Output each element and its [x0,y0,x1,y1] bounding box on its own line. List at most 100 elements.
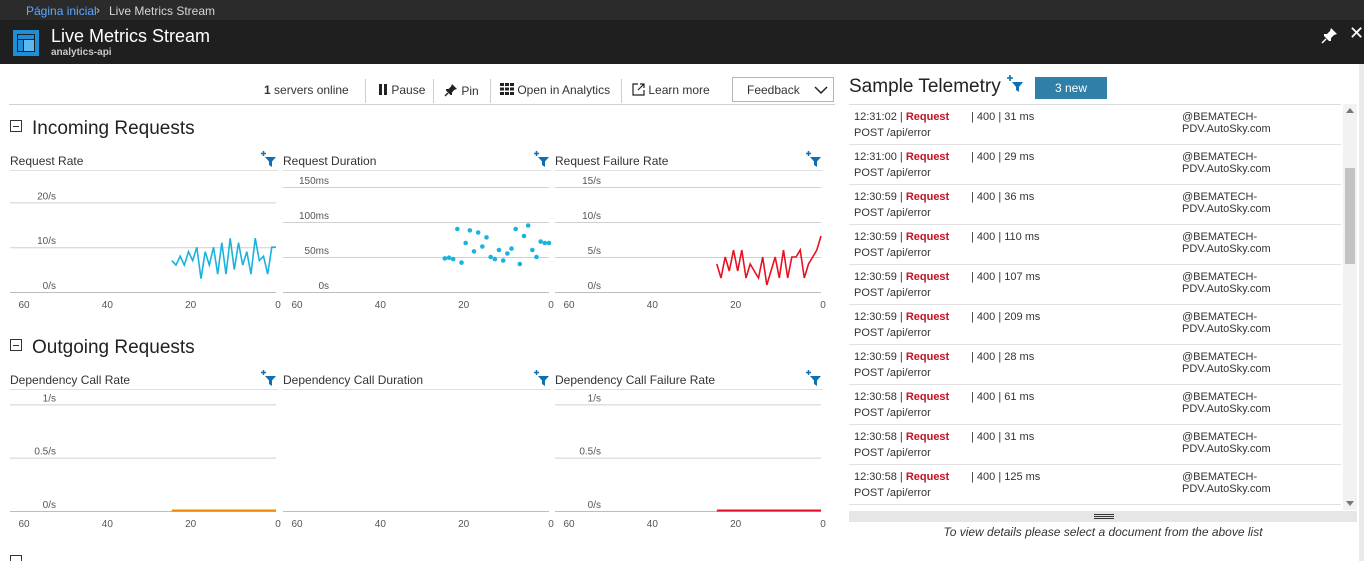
dependency-call-rate-chart: Dependency Call Rate 0/s 0.5/s 1/s 60 40 20 0 [10,370,281,538]
blade-edge [1359,64,1364,561]
breadcrumb-current: Live Metrics Stream [109,4,216,18]
next-section-header[interactable] [10,553,32,561]
outgoing-requests-title: Outgoing Requests [32,337,195,358]
telemetry-list-item[interactable]: 12:30:59 | Request | 400 | 28 ms @BEMATECH… [849,345,1341,385]
telemetry-kind: Request [905,431,950,443]
scatter-point [500,258,506,263]
scatter-point [463,240,468,246]
add-filter-icon[interactable] [1006,74,1026,94]
y-tick-label: 0/s [588,281,601,292]
x-tick-label: 60 [291,519,303,530]
telemetry-kind: Request [905,111,950,123]
toolbar-divider [621,79,622,103]
scatter-point [542,240,548,246]
scatter-point [475,230,481,235]
scatter-point [467,228,473,233]
breadcrumb-home-link[interactable]: Página inicial [26,4,97,18]
incoming-requests-section-header[interactable]: Incoming Requests [10,118,195,140]
telemetry-path: POST /api/error [854,327,931,339]
panel-splitter[interactable] [849,511,1357,522]
scatter-point [492,256,498,262]
toolbar-divider [365,79,366,103]
chart-plot: 0/s 5/s 10/s 15/s 60 40 20 0 [555,176,826,311]
telemetry-status: | 400 | 29 ms [971,151,1035,163]
details-hint: To view details please select a document… [943,525,1263,539]
telemetry-timestamp: 12:30:59 | Request [854,311,950,323]
telemetry-list-item[interactable]: 12:30:58 | Request | 400 | 125 ms @BEMATEC… [849,465,1341,505]
y-tick-label: 150ms [299,176,329,187]
y-tick-label: 0/s [43,500,56,511]
telemetry-list-item[interactable]: 12:30:59 | Request | 400 | 36 ms @BEMATECH… [849,185,1341,225]
x-tick-label: 20 [185,300,197,311]
open-in-analytics-button[interactable]: Open in Analytics [500,83,610,97]
telemetry-scrollbar[interactable] [1343,104,1357,510]
x-tick-label: 60 [291,300,303,311]
collapse-icon[interactable] [10,120,22,132]
scatter-point [442,256,448,261]
telemetry-time: 12:30:59 [854,191,897,203]
learn-more-link[interactable]: Learn more [632,83,710,97]
scatter-point [513,226,518,232]
close-blade-button[interactable]: ✕ [1349,23,1364,44]
telemetry-path: POST /api/error [854,207,931,219]
x-tick-label: 40 [647,519,659,530]
sample-telemetry-title: Sample Telemetry [849,76,1001,97]
scatter-point [488,254,493,260]
pin-blade-icon[interactable] [1321,26,1339,44]
y-tick-label: 0/s [43,281,56,292]
telemetry-kind: Request [905,391,950,403]
scatter-point [450,256,456,262]
telemetry-host: @BEMATECH-PDV.AutoSky.com [1182,471,1271,495]
telemetry-time: 12:30:59 [854,311,897,323]
telemetry-kind: Request [905,471,950,483]
telemetry-time: 12:30:59 [854,271,897,283]
new-items-badge[interactable]: 3 new [1035,77,1107,99]
chart-plot: 60 40 20 0 [283,511,554,530]
pin-button[interactable]: Pin [444,83,479,98]
collapse-icon[interactable] [10,555,22,561]
pause-button[interactable]: Pause [378,83,425,97]
telemetry-kind: Request [905,231,950,243]
telemetry-list-item[interactable]: 12:31:00 | Request | 400 | 29 ms @BEMATECH… [849,145,1341,185]
y-tick-label: 0s [318,281,329,292]
outgoing-requests-section-header[interactable]: Outgoing Requests [10,337,195,359]
telemetry-host: @BEMATECH-PDV.AutoSky.com [1182,271,1271,295]
telemetry-kind: Request [905,151,950,163]
telemetry-status: | 400 | 61 ms [971,391,1035,403]
telemetry-path: POST /api/error [854,127,931,139]
scatter-point [530,247,535,253]
y-tick-label: 20/s [37,191,56,202]
y-tick-label: 50ms [305,246,329,257]
x-tick-label: 60 [563,519,575,530]
telemetry-list-item[interactable]: 12:30:59 | Request | 400 | 107 ms @BEMATEC… [849,265,1341,305]
telemetry-list-item[interactable]: 12:30:59 | Request | 400 | 209 ms @BEMATEC… [849,305,1341,345]
telemetry-path: POST /api/error [854,407,931,419]
chart-plot: 0/s 0.5/s 1/s 60 40 20 0 [10,393,281,530]
telemetry-timestamp: 12:30:59 | Request [854,231,950,243]
telemetry-time: 12:31:02 [854,111,897,123]
telemetry-host: @BEMATECH-PDV.AutoSky.com [1182,111,1271,135]
telemetry-timestamp: 12:31:02 | Request [854,111,950,123]
scrollbar-thumb[interactable] [1345,168,1355,264]
telemetry-list-item[interactable]: 12:31:02 | Request | 400 | 31 ms @BEMATECH… [849,105,1341,145]
dependency-call-duration-chart: Dependency Call Duration 60 40 20 0 [283,370,554,538]
telemetry-path: POST /api/error [854,447,931,459]
scroll-down-arrow-icon[interactable] [1346,501,1354,506]
telemetry-host: @BEMATECH-PDV.AutoSky.com [1182,351,1271,375]
collapse-icon[interactable] [10,339,22,351]
telemetry-list-item[interactable]: 12:30:59 | Request | 400 | 110 ms @BEMATEC… [849,225,1341,265]
x-tick-label: 60 [563,300,575,311]
toolbar-divider-line [9,104,835,105]
telemetry-list-item[interactable]: 12:30:58 | Request | 400 | 31 ms @BEMATECH… [849,425,1341,465]
telemetry-host: @BEMATECH-PDV.AutoSky.com [1182,431,1271,455]
telemetry-list-item[interactable]: 12:30:58 | Request | 400 | 61 ms @BEMATECH… [849,385,1341,425]
telemetry-timestamp: 12:30:58 | Request [854,391,950,403]
feedback-dropdown[interactable]: Feedback [732,77,834,102]
scatter-point [521,233,527,239]
feedback-label: Feedback [747,83,800,97]
series-line [171,238,276,279]
breadcrumb-separator: › [96,3,100,17]
scroll-up-arrow-icon[interactable] [1346,108,1354,113]
scatter-point [496,247,502,253]
telemetry-host: @BEMATECH-PDV.AutoSky.com [1182,231,1271,255]
